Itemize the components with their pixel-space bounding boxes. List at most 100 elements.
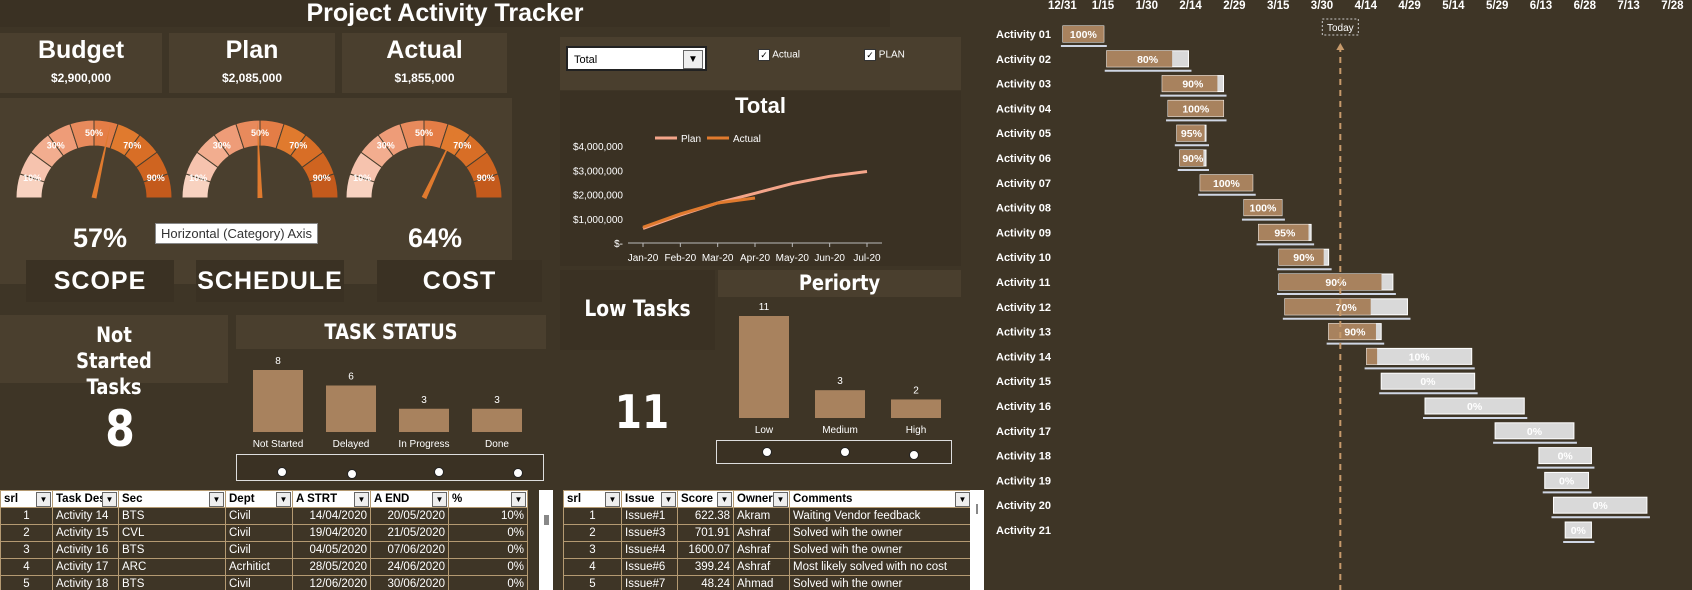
plan-checkbox[interactable]: ✓ PLAN <box>864 49 905 61</box>
priority-header: Periorty <box>718 270 961 297</box>
gantt-date-label: 1/15 <box>1091 0 1115 12</box>
table-row[interactable]: 3 Issue#4 1600.07 Ashraf Solved wih the owne… <box>563 541 972 559</box>
x-tick-label: Jun-20 <box>814 253 845 264</box>
column-header[interactable]: Dept ▼ <box>225 490 293 508</box>
gantt-date-label: 7/13 <box>1617 0 1640 12</box>
table-cell: Activity 14 <box>52 507 119 525</box>
gauge-tick-label: 30% <box>213 140 231 150</box>
line-chart-title: Total <box>735 93 786 118</box>
gantt-row-label: Activity 11 <box>996 277 1050 289</box>
gauge-tick-label: 50% <box>251 128 269 138</box>
bar <box>253 370 303 432</box>
gauge-tick-label: 10% <box>189 173 207 183</box>
table-row[interactable]: 4 Activity 17 ARC Acrhitict 28/05/2020 24/06/… <box>0 558 528 576</box>
filter-dropdown-icon[interactable]: ▼ <box>102 492 117 507</box>
gantt-pct-label: 100% <box>1182 103 1210 115</box>
status-radio-done[interactable] <box>513 468 523 478</box>
filter-dropdown-icon[interactable]: ▼ <box>773 492 788 507</box>
table-row[interactable]: 1 Activity 14 BTS Civil 14/04/2020 20/05/2020… <box>0 507 528 525</box>
actual-value: $1,855,000 <box>394 71 455 85</box>
bar-category-label: Done <box>485 439 509 450</box>
check-icon[interactable]: ✓ <box>864 49 876 61</box>
filter-dropdown-icon[interactable]: ▼ <box>605 492 620 507</box>
total-dropdown-value: Total <box>574 54 598 66</box>
bar <box>815 390 865 418</box>
issue-scrollbar[interactable] <box>970 490 984 590</box>
table-cell: 1 <box>563 507 622 525</box>
column-header[interactable]: % ▼ <box>448 490 528 508</box>
priority-radio-medium[interactable] <box>840 447 850 457</box>
gantt-row-label: Activity 21 <box>996 525 1051 537</box>
column-header[interactable]: Score ▼ <box>677 490 734 508</box>
table-row[interactable]: 2 Activity 15 CVL Civil 19/04/2020 21/05/2020… <box>0 524 528 542</box>
gantt-progress-bar <box>1366 348 1378 365</box>
filter-dropdown-icon[interactable]: ▼ <box>511 492 526 507</box>
gantt-row-label: Activity 18 <box>996 451 1051 463</box>
status-radio-not-started[interactable] <box>277 467 287 477</box>
total-dropdown[interactable]: Total ▼ <box>566 46 707 71</box>
scroll-thumb[interactable] <box>976 504 978 514</box>
schedule-gauge: 10% 30% 50% 70% 90% <box>181 119 339 199</box>
table-cell: Solved wih the owner <box>789 524 972 542</box>
actual-checkbox-label: Actual <box>772 49 801 61</box>
table-cell: 1600.07 <box>677 541 734 559</box>
table-cell: 21/05/2020 <box>370 524 449 542</box>
priority-chart: 11 Low 3 Medium 2 High <box>739 302 941 436</box>
scroll-thumb[interactable] <box>543 515 549 525</box>
column-header[interactable]: A END ▼ <box>370 490 449 508</box>
actual-checkbox[interactable]: ✓ Actual <box>758 49 800 61</box>
gantt-pct-label: 90% <box>1293 252 1315 264</box>
gantt-row-label: Activity 01 <box>996 29 1051 41</box>
table-row[interactable]: 5 Issue#7 48.24 Ahmad Solved wih the owner <box>563 575 972 590</box>
column-header[interactable]: Sec ▼ <box>118 490 226 508</box>
filter-dropdown-icon[interactable]: ▼ <box>955 492 970 507</box>
column-header[interactable]: srl ▼ <box>0 490 53 508</box>
filter-dropdown-icon[interactable]: ▼ <box>209 492 224 507</box>
gauge-tick-label: 70% <box>123 140 141 150</box>
column-header[interactable]: Owner ▼ <box>733 490 790 508</box>
task-status-slicer[interactable] <box>236 454 544 481</box>
table-row[interactable]: 1 Issue#1 622.38 Akram Waiting Vendor feedba… <box>563 507 972 525</box>
status-radio-in-progress[interactable] <box>434 467 444 477</box>
line-chart: Total Plan Actual $4,000,000 $3,000,000 $2,00… <box>573 93 882 264</box>
table-row[interactable]: 4 Issue#6 399.24 Ashraf Most likely solved w… <box>563 558 972 576</box>
column-header[interactable]: Issue ▼ <box>621 490 678 508</box>
gauge-tick-label: 90% <box>313 173 331 183</box>
status-radio-delayed[interactable] <box>347 469 357 479</box>
table-row[interactable]: 5 Activity 18 BTS Civil 12/06/2020 30/06/2020… <box>0 575 528 590</box>
filter-dropdown-icon[interactable]: ▼ <box>276 492 291 507</box>
filter-dropdown-icon[interactable]: ▼ <box>36 492 51 507</box>
filter-dropdown-icon[interactable]: ▼ <box>717 492 732 507</box>
filter-dropdown-icon[interactable]: ▼ <box>661 492 676 507</box>
table-cell: 622.38 <box>677 507 734 525</box>
bar-category-label: Low <box>755 425 774 436</box>
filter-dropdown-icon[interactable]: ▼ <box>354 492 369 507</box>
priority-radio-low[interactable] <box>762 447 772 457</box>
chevron-down-icon[interactable]: ▼ <box>683 50 703 69</box>
priority-slicer[interactable] <box>716 440 952 464</box>
column-header[interactable]: Task Des ▼ <box>52 490 119 508</box>
gantt-pct-label: 95% <box>1181 128 1203 140</box>
table-cell: 5 <box>0 575 53 590</box>
column-header[interactable]: A STRT ▼ <box>292 490 371 508</box>
column-header[interactable]: Comments ▼ <box>789 490 972 508</box>
x-tick-label: May-20 <box>776 253 810 264</box>
gantt-date-axis: 12/31 1/15 1/30 2/14 2/29 3/15 3/30 4/14 4/29 5/1… <box>1048 0 1692 16</box>
table-scrollbar[interactable] <box>539 490 553 590</box>
priority-radio-high[interactable] <box>909 450 919 460</box>
table-cell: Issue#1 <box>621 507 678 525</box>
table-cell: 20/05/2020 <box>370 507 449 525</box>
table-row[interactable]: 3 Activity 16 BTS Civil 04/05/2020 07/06/2020… <box>0 541 528 559</box>
gantt-pct-label: 100% <box>1250 203 1278 215</box>
table-cell: 3 <box>0 541 53 559</box>
bar-value-label: 3 <box>837 376 843 387</box>
gantt-pct-label: 0% <box>1420 376 1436 388</box>
column-header-label: Comments <box>793 493 853 505</box>
column-header[interactable]: srl ▼ <box>563 490 622 508</box>
low-tasks-label: Low Tasks <box>584 297 691 322</box>
task-status-header: TASK STATUS <box>236 315 546 349</box>
table-row[interactable]: 2 Issue#3 701.91 Ashraf Solved wih the owner <box>563 524 972 542</box>
bar-category-label: Not Started <box>253 439 304 450</box>
check-icon[interactable]: ✓ <box>758 49 770 61</box>
filter-dropdown-icon[interactable]: ▼ <box>432 492 447 507</box>
